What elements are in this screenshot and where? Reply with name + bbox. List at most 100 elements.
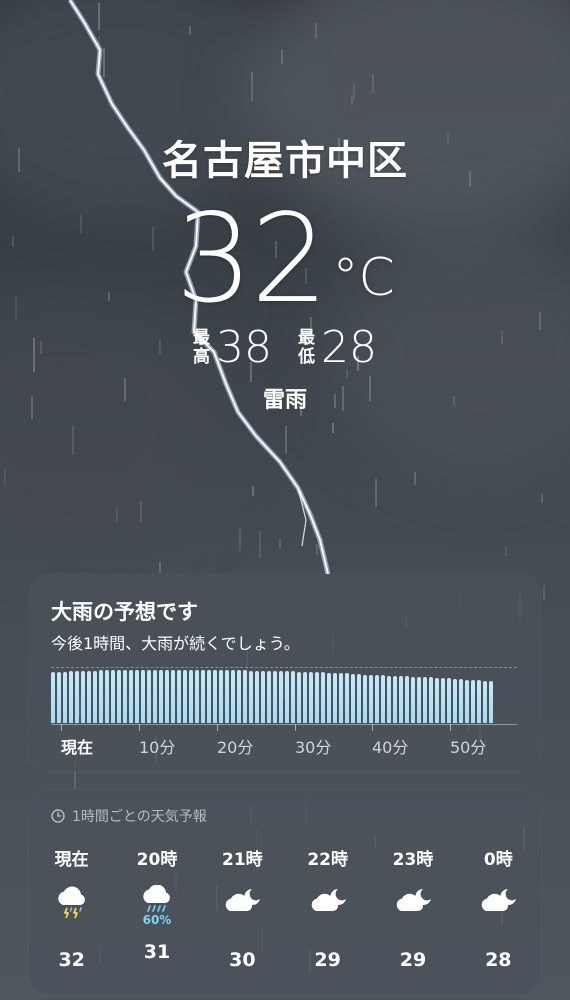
precipitation-bar	[405, 676, 409, 723]
precipitation-bar	[69, 671, 73, 723]
tick-mark	[139, 724, 140, 731]
precipitation-bar	[87, 671, 91, 723]
precipitation-bar	[105, 670, 109, 723]
precipitation-bar	[279, 671, 283, 723]
hour-temp: 29	[399, 949, 427, 971]
hour-item: 21時 30	[200, 845, 285, 971]
tick-mark	[295, 724, 296, 731]
hour-item: 20時 60% 31	[114, 845, 199, 971]
hourly-list[interactable]: 現在 32 20時 60% 31 21時 30 22時 29 23時 29 0時…	[29, 845, 541, 971]
precipitation-bar	[183, 670, 187, 723]
hour-temp: 28	[485, 949, 512, 971]
cloudy-night-icon	[482, 889, 517, 911]
precipitation-bar	[207, 670, 211, 723]
low-label: 最 低	[298, 327, 315, 367]
thunderstorm-icon	[57, 886, 85, 919]
precipitation-bar	[117, 670, 121, 723]
precipitation-bar	[447, 678, 451, 723]
precipitation-bar	[63, 672, 67, 723]
precipitation-bar	[201, 670, 205, 723]
hour-time: 現在	[54, 850, 89, 870]
high-label: 最 高	[193, 327, 210, 367]
high-value: 38	[216, 322, 272, 373]
high-temperature: 最 高 38	[193, 322, 272, 373]
precipitation-bar	[81, 671, 85, 723]
time-label-40: 40分	[372, 738, 409, 757]
precipitation-chart	[51, 668, 521, 723]
hourly-header-label: 1時間ごとの天気予報	[72, 809, 207, 825]
chart-baseline	[51, 724, 517, 725]
precipitation-bar	[99, 670, 103, 723]
clock-icon	[51, 809, 65, 823]
precipitation-bar	[471, 680, 475, 723]
precip-chance: 60%	[142, 913, 172, 927]
time-label-10: 10分	[139, 738, 176, 757]
precipitation-bar	[213, 670, 217, 723]
precipitation-bar	[381, 675, 385, 723]
precipitation-bar	[465, 680, 469, 723]
high-low: 最 高 38 最 低 28	[0, 322, 570, 373]
time-label-30: 30分	[295, 738, 332, 757]
precipitation-bar	[321, 672, 325, 723]
precipitation-bar	[51, 672, 55, 723]
precipitation-bar	[123, 670, 127, 723]
precipitation-bar	[387, 676, 391, 723]
precipitation-bar	[195, 670, 199, 723]
precipitation-bar	[153, 670, 157, 723]
hour-item: 23時 29	[370, 845, 455, 971]
hour-item: 0時 28	[456, 845, 541, 971]
precipitation-bar	[351, 674, 355, 723]
precipitation-bar	[297, 672, 301, 723]
precipitation-bar	[357, 674, 361, 723]
precipitation-bar	[93, 671, 97, 723]
precipitation-bar	[147, 670, 151, 723]
precipitation-bar	[417, 677, 421, 723]
cloudy-night-icon	[311, 889, 346, 911]
tick-mark	[372, 724, 373, 731]
precipitation-bar	[411, 677, 415, 723]
hour-item: 22時 29	[285, 845, 370, 971]
tick-mark	[61, 724, 62, 731]
hour-temp: 30	[229, 949, 256, 971]
tick-mark	[217, 724, 218, 731]
precipitation-bar	[75, 671, 79, 723]
precipitation-bar	[171, 670, 175, 723]
precipitation-bar	[135, 670, 139, 723]
precipitation-bar	[273, 671, 277, 723]
precipitation-bar	[129, 670, 133, 723]
precipitation-bar	[333, 673, 337, 723]
temperature-unit: °C	[332, 248, 395, 308]
precipitation-bar	[165, 670, 169, 723]
precipitation-bar	[237, 670, 241, 723]
precipitation-bar	[189, 670, 193, 723]
precipitation-bar	[159, 670, 163, 723]
precipitation-bar	[315, 672, 319, 723]
temperature-value: 32	[175, 188, 328, 330]
precipitation-bar	[177, 670, 181, 723]
hour-time: 0時	[483, 850, 513, 870]
cloudy-night-icon	[226, 889, 261, 911]
time-label-50: 50分	[450, 738, 487, 757]
cloudy-night-icon	[396, 889, 431, 911]
hourly-forecast-card[interactable]: 1時間ごとの天気予報 現在 32 20時 60% 31 21時 30 22時 2…	[29, 790, 541, 995]
precipitation-bar	[429, 677, 433, 723]
location-title: 名古屋市中区	[162, 138, 408, 184]
hour-time: 21時	[221, 850, 263, 870]
precipitation-bar	[261, 671, 265, 723]
precipitation-bar	[219, 670, 223, 723]
time-label-now: 現在	[61, 738, 94, 757]
hour-time: 22時	[307, 850, 348, 870]
precipitation-bar	[303, 672, 307, 723]
precipitation-bar	[489, 681, 493, 723]
hour-item: 現在 32	[29, 845, 114, 971]
heavy-rain-icon	[143, 885, 170, 912]
precipitation-bar	[441, 678, 445, 723]
precipitation-bar	[267, 671, 271, 723]
precipitation-bar	[435, 678, 439, 723]
precipitation-bar	[111, 670, 115, 723]
hour-temp: 31	[143, 941, 171, 963]
precipitation-bar	[483, 681, 487, 723]
precipitation-card[interactable]: 大雨の予想です 今後1時間、大雨が続くでしょう。 現在 10分 20分 30分 …	[29, 574, 541, 772]
precipitation-bar	[339, 673, 343, 723]
precipitation-bar	[243, 670, 247, 723]
